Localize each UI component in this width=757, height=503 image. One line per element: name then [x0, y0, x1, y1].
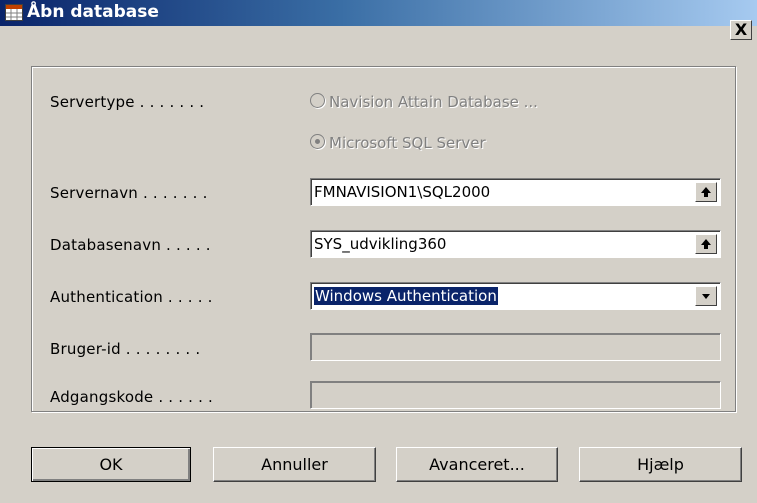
radio-indicator — [310, 134, 325, 149]
authentication-select[interactable]: Windows Authentication — [310, 282, 721, 310]
help-button[interactable]: Hjælp — [579, 447, 742, 482]
radio-indicator — [310, 93, 325, 108]
arrow-up-icon — [701, 239, 711, 249]
close-icon: X — [734, 20, 748, 39]
databasename-label: Databasenavn . . . . . — [50, 236, 211, 254]
radio-navision-attain: Navision Attain Database ... — [310, 93, 538, 111]
title-bar[interactable]: Åbn database — [0, 0, 757, 26]
radio-sql-server: Microsoft SQL Server — [310, 134, 486, 152]
userid-label: Bruger-id . . . . . . . . — [50, 340, 201, 358]
chevron-down-icon — [702, 294, 710, 299]
servername-field[interactable]: FMNAVISION1\SQL2000 — [310, 178, 721, 206]
authentication-dropdown-button[interactable] — [695, 286, 717, 306]
authentication-label: Authentication . . . . . — [50, 288, 213, 306]
servertype-label: Servertype . . . . . . . — [50, 93, 205, 111]
database-table-icon — [5, 4, 23, 21]
servername-lookup-button[interactable] — [695, 182, 717, 202]
servername-label: Servernavn . . . . . . . — [50, 184, 208, 202]
password-field[interactable] — [310, 381, 721, 409]
window-title: Åbn database — [27, 2, 159, 22]
open-database-dialog: Åbn database X Servertype . . . . . . . … — [0, 0, 757, 503]
password-label: Adgangskode . . . . . . — [50, 388, 213, 406]
authentication-value: Windows Authentication — [314, 287, 498, 305]
servername-value: FMNAVISION1\SQL2000 — [314, 183, 491, 201]
userid-field[interactable] — [310, 333, 721, 361]
databasename-lookup-button[interactable] — [695, 234, 717, 254]
arrow-up-icon — [701, 187, 711, 197]
databasename-field[interactable]: SYS_udvikling360 — [310, 230, 721, 258]
radio-navision-label: Navision Attain Database ... — [329, 93, 538, 111]
advanced-button[interactable]: Avanceret... — [396, 447, 558, 482]
databasename-value: SYS_udvikling360 — [314, 235, 447, 253]
radio-sql-label: Microsoft SQL Server — [329, 134, 486, 152]
cancel-button[interactable]: Annuller — [213, 447, 376, 482]
close-button[interactable]: X — [730, 20, 752, 40]
ok-button[interactable]: OK — [31, 447, 191, 482]
